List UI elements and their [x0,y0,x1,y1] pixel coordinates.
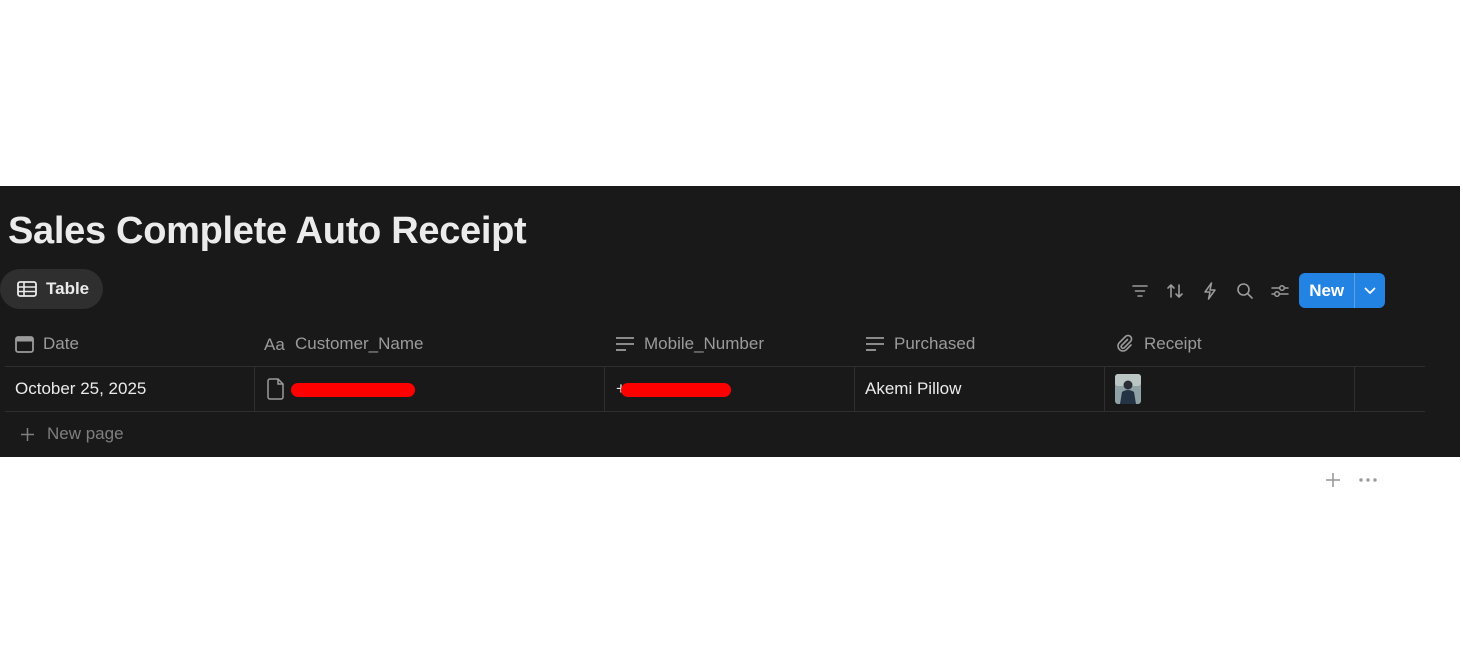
column-header-customer-name[interactable]: Aa Customer_Name [264,322,424,366]
chevron-down-icon [1364,287,1376,294]
page-document-icon [267,378,284,400]
column-label: Date [43,334,79,353]
redaction-mark [291,383,415,397]
search-icon [1236,283,1253,299]
column-header-mobile-number[interactable]: Mobile_Number [615,322,764,366]
new-menu-button[interactable] [1354,273,1385,308]
view-toolbar [1122,273,1297,309]
view-tab-table[interactable]: Table [0,269,103,309]
new-page-button[interactable]: New page [20,424,124,444]
new-page-label: New page [47,424,124,443]
database-panel: Sales Complete Auto Receipt Table New Da… [0,186,1460,487]
automation-button[interactable] [1192,273,1227,309]
cell-customer-name[interactable] [255,367,605,411]
plus-icon [1325,473,1340,487]
text-aa-icon: Aa [264,336,285,352]
page-title: Sales Complete Auto Receipt [8,210,527,252]
cell-receipt[interactable] [1105,367,1355,411]
search-button[interactable] [1227,273,1262,309]
column-header-date[interactable]: Date [15,322,79,366]
table-row[interactable]: October 25, 2025 + Akemi Pillow [5,367,1425,412]
column-header-receipt[interactable]: Receipt [1115,322,1202,366]
plus-icon [21,427,34,441]
column-label: Mobile_Number [644,334,764,353]
receipt-thumbnail[interactable] [1115,374,1141,404]
table-header-row: Date Aa Customer_Name Mobile_Number Purc… [5,322,1425,487]
new-button[interactable]: New [1299,273,1354,308]
column-header-purchased[interactable]: Purchased [865,322,975,366]
more-options-button[interactable] [1350,462,1385,498]
filter-button[interactable] [1122,273,1157,309]
add-property-button[interactable] [1315,462,1350,498]
calendar-icon [15,336,34,353]
view-settings-button[interactable] [1262,273,1297,309]
sort-button[interactable] [1157,273,1192,309]
purchased-value: Akemi Pillow [865,379,962,398]
header-actions [1315,458,1385,502]
svg-text:Aa: Aa [264,336,285,352]
automation-bolt-icon [1203,282,1216,300]
new-button-group: New [1299,273,1385,308]
table-icon [17,281,37,297]
redaction-mark [621,383,731,397]
cell-date[interactable]: October 25, 2025 [5,367,255,411]
view-tab-label: Table [46,279,90,298]
column-label: Receipt [1144,334,1202,353]
filter-icon [1131,285,1148,297]
column-label: Purchased [894,334,976,353]
date-value: October 25, 2025 [15,379,147,398]
text-lines-icon [866,337,884,351]
cell-mobile-number[interactable]: + [605,367,855,411]
sort-icon [1166,284,1183,298]
paperclip-icon [1117,334,1133,352]
more-horizontal-icon [1358,478,1377,482]
cell-purchased[interactable]: Akemi Pillow [855,367,1105,411]
settings-sliders-icon [1270,284,1289,298]
column-label: Customer_Name [295,334,424,353]
text-lines-icon [616,337,634,351]
